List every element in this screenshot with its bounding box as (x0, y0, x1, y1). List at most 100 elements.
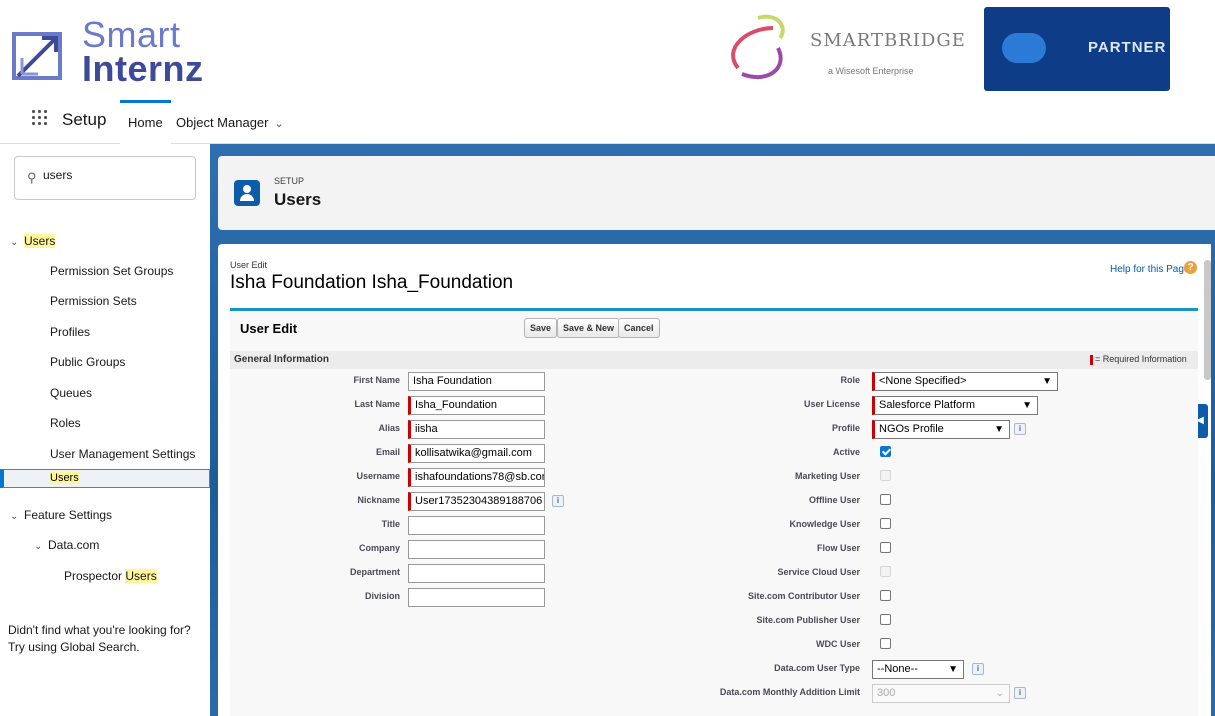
first-name-label: First Name (353, 375, 400, 385)
tree-item-label: Data.com (48, 538, 100, 552)
chevron-down-icon[interactable]: ⌄ (275, 118, 284, 130)
flow-user-label: Flow User (816, 543, 860, 553)
nickname-label: Nickname (357, 495, 400, 505)
chevron-down-icon: ⌄ (995, 688, 1004, 699)
role-select[interactable]: <None Specified> ▼ (872, 372, 1058, 391)
tree-item-label-highlight: Users (125, 569, 157, 583)
smartinternz-wordmark: Smart Internz (82, 17, 204, 89)
alias-field[interactable]: iisha (408, 420, 545, 439)
smartinternz-logo-icon (12, 32, 62, 80)
partner-label: PARTNER (1088, 39, 1167, 56)
tree-item-data-com[interactable]: ⌄ Data.com (0, 530, 210, 560)
tree-item-label: Permission Sets (50, 294, 137, 308)
data-com-limit-select[interactable]: 300 ⌄ (872, 684, 1010, 703)
wordmark-line2: Internz (82, 48, 204, 89)
global-search-hint: Didn't find what you're looking for? Try… (8, 622, 191, 656)
profile-value: NGOs Profile (879, 423, 944, 435)
page-block-title: User Edit (240, 321, 298, 336)
info-icon[interactable]: i (1014, 423, 1026, 435)
user-license-label: User License (803, 399, 860, 409)
page-header: SETUP Users (218, 156, 1215, 230)
marketing-user-label: Marketing User (794, 471, 860, 481)
chevron-down-icon[interactable]: ⌄ (10, 502, 24, 532)
user-license-value: Salesforce Platform (879, 399, 975, 411)
data-com-user-type-label: Data.com User Type (774, 663, 860, 673)
tree-item-profiles[interactable]: Profiles (0, 317, 210, 347)
info-icon[interactable]: i (552, 495, 564, 507)
company-field[interactable] (408, 540, 545, 559)
tab-home[interactable]: Home (120, 100, 171, 144)
active-checkbox[interactable] (880, 446, 891, 457)
user-edit-content: User Edit Isha Foundation Isha_Foundatio… (218, 244, 1211, 716)
tree-item-label: User Management Settings (50, 447, 196, 461)
tree-item-user-management-settings[interactable]: User Management Settings (0, 439, 210, 469)
main-area: SETUP Users User Edit Isha Foundation Is… (210, 144, 1215, 716)
username-field[interactable]: ishafoundations78@sb.com (408, 468, 545, 487)
brand-banner: Smart Internz SMARTBRIDGE a Wisesoft Ent… (0, 0, 1215, 100)
department-label: Department (349, 567, 400, 577)
data-com-user-type-select[interactable]: --None-- ▼ (872, 660, 964, 679)
tree-item-permission-set-groups[interactable]: Permission Set Groups (0, 256, 210, 286)
tree-item-users[interactable]: Users (0, 469, 210, 488)
nickname-field[interactable]: User17352304389188706 (408, 492, 545, 511)
chevron-down-icon[interactable]: ⌄ (10, 228, 24, 258)
title-label: Title (381, 519, 400, 529)
tree-item-label: Feature Settings (24, 508, 113, 522)
save-and-new-button[interactable]: Save & New (557, 318, 621, 338)
data-com-limit-label: Data.com Monthly Addition Limit (719, 687, 860, 697)
offline-user-checkbox[interactable] (880, 494, 891, 505)
tree-item-label: Roles (50, 416, 81, 430)
tree-item-public-groups[interactable]: Public Groups (0, 347, 210, 377)
tree-item-users-group[interactable]: ⌄ Users (0, 226, 210, 256)
email-label: Email (375, 447, 400, 457)
required-legend-text: = Required Information (1095, 354, 1187, 364)
hint-line2: Try using Global Search. (8, 640, 140, 654)
email-field[interactable]: kollisatwika@gmail.com (408, 444, 545, 463)
first-name-field[interactable]: Isha Foundation (408, 372, 545, 391)
user-license-select[interactable]: Salesforce Platform ▼ (872, 396, 1038, 415)
chevron-down-icon: ▼ (994, 424, 1004, 435)
tree-item-label: Prospector (64, 569, 126, 583)
marketing-user-checkbox[interactable] (880, 470, 891, 481)
help-icon[interactable]: ? (1184, 261, 1197, 274)
role-label: Role (840, 375, 860, 385)
flow-user-checkbox[interactable] (880, 542, 891, 553)
tree-item-queues[interactable]: Queues (0, 378, 210, 408)
site-contributor-checkbox[interactable] (880, 590, 891, 601)
chevron-down-icon[interactable]: ⌄ (34, 532, 48, 562)
page-title: Users (274, 190, 322, 209)
department-field[interactable] (408, 564, 545, 583)
help-for-page-link[interactable]: Help for this Page (1110, 264, 1190, 275)
app-launcher-icon[interactable] (32, 110, 48, 126)
tab-object-manager[interactable]: Object Manager ⌄ (168, 100, 292, 144)
quick-find-input[interactable] (43, 168, 183, 182)
cancel-button[interactable]: Cancel (618, 318, 660, 338)
tree-item-label: Profiles (50, 325, 91, 339)
username-label: Username (356, 471, 400, 481)
tree-item-label: Permission Set Groups (50, 264, 174, 278)
knowledge-user-checkbox[interactable] (880, 518, 891, 529)
chevron-down-icon: ▼ (948, 664, 958, 675)
service-cloud-user-checkbox[interactable] (880, 566, 891, 577)
last-name-field[interactable]: Isha_Foundation (408, 396, 545, 415)
info-icon[interactable]: i (972, 663, 984, 675)
role-value: <None Specified> (879, 375, 967, 387)
quick-find-search[interactable]: ⚲ (14, 156, 196, 200)
wdc-user-checkbox[interactable] (880, 638, 891, 649)
search-icon: ⚲ (27, 170, 37, 185)
save-button[interactable]: Save (524, 318, 558, 338)
tree-item-prospector-users[interactable]: Prospector Users (0, 561, 210, 591)
site-publisher-checkbox[interactable] (880, 614, 891, 625)
tree-item-permission-sets[interactable]: Permission Sets (0, 286, 210, 316)
profile-select[interactable]: NGOs Profile ▼ (872, 420, 1010, 439)
info-icon[interactable]: i (1014, 687, 1026, 699)
wdc-user-label: WDC User (815, 639, 860, 649)
title-field[interactable] (408, 516, 545, 535)
required-marker (1090, 354, 1093, 365)
section-header: General Information = Required Informati… (230, 351, 1198, 369)
tree-item-feature-settings[interactable]: ⌄ Feature Settings (0, 500, 210, 530)
division-field[interactable] (408, 588, 545, 607)
scrollbar[interactable] (1204, 260, 1211, 380)
tree-item-roles[interactable]: Roles (0, 408, 210, 438)
smartbridge-subtitle: a Wisesoft Enterprise (828, 66, 914, 76)
